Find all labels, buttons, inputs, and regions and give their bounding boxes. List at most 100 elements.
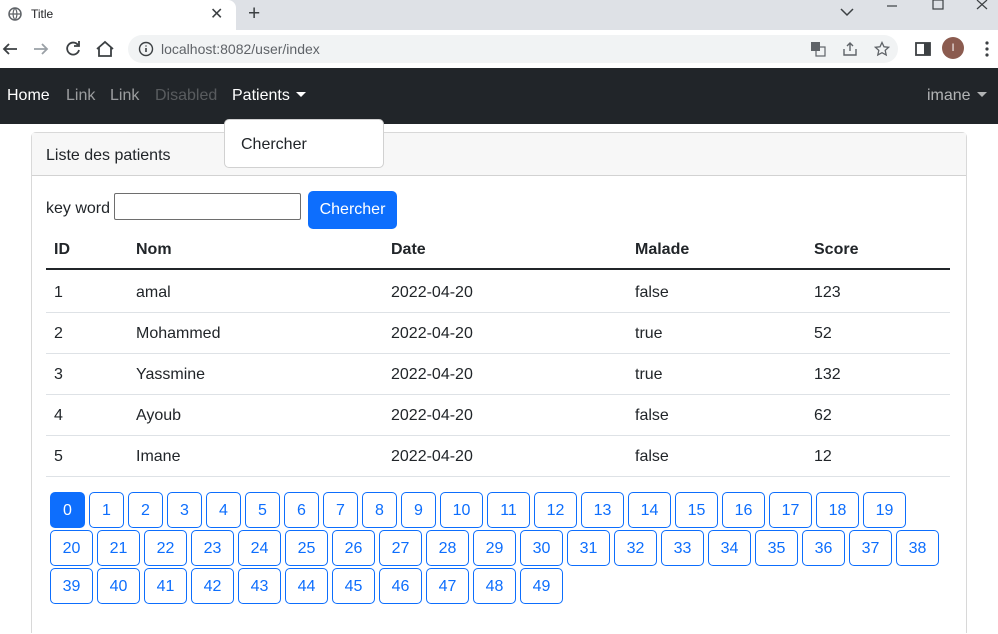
page-button[interactable]: 29 xyxy=(473,530,516,566)
page-button[interactable]: 24 xyxy=(238,530,281,566)
caret-down-icon xyxy=(295,92,306,97)
browser-tab[interactable]: Title ✕ xyxy=(0,0,236,30)
page-button[interactable]: 44 xyxy=(285,568,328,604)
table-cell: 4 xyxy=(54,407,63,424)
table-row: 4 Ayoub 2022-04-20 false 62 xyxy=(46,394,950,436)
keyword-label: key word xyxy=(46,200,111,217)
page-button[interactable]: 27 xyxy=(379,530,422,566)
info-icon[interactable] xyxy=(138,41,154,57)
page-button[interactable]: 16 xyxy=(722,492,765,528)
page-button[interactable]: 36 xyxy=(802,530,845,566)
table-cell: Ayoub xyxy=(136,407,182,424)
page-button[interactable]: 14 xyxy=(628,492,671,528)
page-button[interactable]: 21 xyxy=(97,530,140,566)
maximize-icon[interactable] xyxy=(926,0,950,24)
table-cell: 1 xyxy=(54,284,63,301)
page-button[interactable]: 0 xyxy=(50,492,85,528)
page-button[interactable]: 23 xyxy=(191,530,234,566)
dropdown-item-chercher[interactable]: Chercher xyxy=(241,136,307,154)
page-button[interactable]: 8 xyxy=(362,492,397,528)
page-button[interactable]: 1 xyxy=(89,492,124,528)
nav-link-1[interactable]: Link xyxy=(66,87,95,105)
page-button[interactable]: 35 xyxy=(755,530,798,566)
nav-link-2[interactable]: Link xyxy=(110,87,139,105)
page-button[interactable]: 20 xyxy=(50,530,93,566)
browser-tab-strip: Title ✕ + xyxy=(0,0,998,30)
search-button[interactable]: Chercher xyxy=(308,191,397,229)
new-tab-icon[interactable]: + xyxy=(248,2,260,26)
back-arrow-icon[interactable] xyxy=(0,38,22,60)
page-button[interactable]: 49 xyxy=(520,568,563,604)
page-button[interactable]: 18 xyxy=(816,492,859,528)
page-button[interactable]: 11 xyxy=(487,492,530,528)
translate-icon[interactable] xyxy=(810,41,826,57)
page-button[interactable]: 22 xyxy=(144,530,187,566)
header-date: Date xyxy=(391,241,426,258)
table-header-divider xyxy=(46,268,950,270)
page-button[interactable]: 3 xyxy=(167,492,202,528)
star-icon[interactable] xyxy=(874,41,890,57)
page-button[interactable]: 15 xyxy=(675,492,718,528)
header-nom: Nom xyxy=(136,241,172,258)
nav-user-dropdown[interactable]: imane xyxy=(927,87,987,105)
page-button[interactable]: 6 xyxy=(284,492,319,528)
forward-arrow-icon[interactable] xyxy=(30,38,52,60)
page-button[interactable]: 41 xyxy=(144,568,187,604)
page-button[interactable]: 26 xyxy=(332,530,375,566)
page-button[interactable]: 5 xyxy=(245,492,280,528)
page-button[interactable]: 39 xyxy=(50,568,93,604)
table-cell: Mohammed xyxy=(136,325,221,342)
page-button[interactable]: 48 xyxy=(473,568,516,604)
page-button[interactable]: 4 xyxy=(206,492,241,528)
page-button[interactable]: 10 xyxy=(440,492,483,528)
page-button[interactable]: 31 xyxy=(567,530,610,566)
page-button[interactable]: 34 xyxy=(708,530,751,566)
page-button[interactable]: 37 xyxy=(849,530,892,566)
more-options-icon[interactable] xyxy=(976,38,998,60)
minimize-icon[interactable] xyxy=(880,0,904,24)
page-button[interactable]: 2 xyxy=(128,492,163,528)
nav-patients-dropdown[interactable]: Patients xyxy=(232,87,306,105)
page-button[interactable]: 32 xyxy=(614,530,657,566)
caret-down-icon xyxy=(976,92,987,97)
page-button[interactable]: 33 xyxy=(661,530,704,566)
table-cell: 12 xyxy=(814,448,832,465)
share-icon[interactable] xyxy=(842,41,858,57)
header-malade: Malade xyxy=(635,241,690,258)
table-cell: 5 xyxy=(54,448,63,465)
table-row: 2 Mohammed 2022-04-20 true 52 xyxy=(46,312,950,354)
page-button[interactable]: 28 xyxy=(426,530,469,566)
keyword-input[interactable] xyxy=(114,193,301,220)
page-button[interactable]: 46 xyxy=(379,568,422,604)
home-icon[interactable] xyxy=(94,38,116,60)
browser-toolbar: localhost:8082/user/index I xyxy=(0,30,998,69)
page-button[interactable]: 19 xyxy=(863,492,906,528)
patients-dropdown-menu: Chercher xyxy=(224,119,384,168)
profile-avatar[interactable]: I xyxy=(942,37,964,59)
table-cell: 2022-04-20 xyxy=(391,325,473,342)
table-row: 1 amal 2022-04-20 false 123 xyxy=(46,271,950,313)
table-cell: 3 xyxy=(54,366,63,383)
nav-disabled: Disabled xyxy=(155,87,218,104)
page-button[interactable]: 13 xyxy=(581,492,624,528)
page-button[interactable]: 42 xyxy=(191,568,234,604)
page-button[interactable]: 43 xyxy=(238,568,281,604)
page-button[interactable]: 12 xyxy=(534,492,577,528)
address-bar[interactable]: localhost:8082/user/index xyxy=(128,35,898,63)
page-button[interactable]: 9 xyxy=(401,492,436,528)
chevron-down-icon[interactable] xyxy=(835,0,859,24)
page-button[interactable]: 38 xyxy=(896,530,939,566)
table-cell: true xyxy=(635,366,663,383)
page-button[interactable]: 40 xyxy=(97,568,140,604)
close-window-icon[interactable] xyxy=(970,0,994,24)
close-tab-icon[interactable]: ✕ xyxy=(210,4,223,24)
nav-home[interactable]: Home xyxy=(7,87,50,105)
side-panel-icon[interactable] xyxy=(912,38,934,60)
page-button[interactable]: 30 xyxy=(520,530,563,566)
page-button[interactable]: 45 xyxy=(332,568,375,604)
reload-icon[interactable] xyxy=(62,38,84,60)
page-button[interactable]: 47 xyxy=(426,568,469,604)
page-button[interactable]: 17 xyxy=(769,492,812,528)
page-button[interactable]: 25 xyxy=(285,530,328,566)
page-button[interactable]: 7 xyxy=(323,492,358,528)
